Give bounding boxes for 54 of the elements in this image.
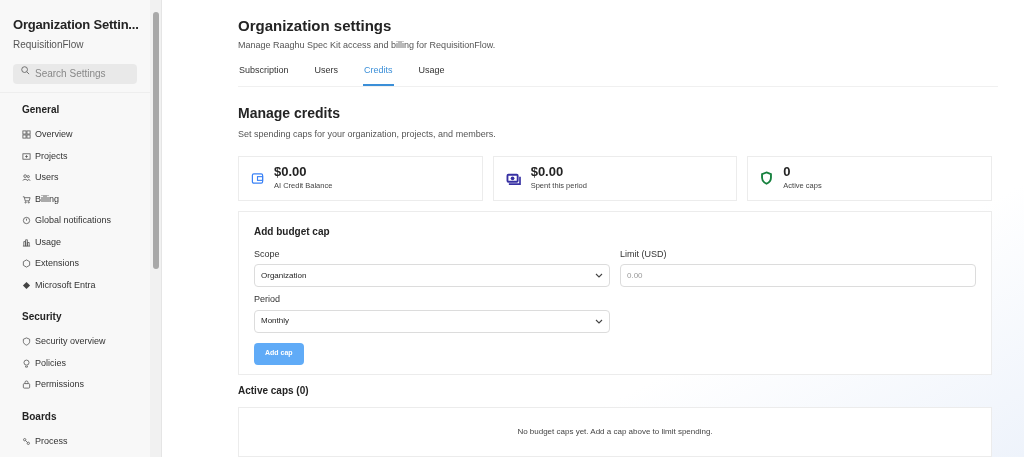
section-heading: Active caps (0) (238, 383, 310, 398)
nodes-icon (22, 436, 31, 446)
cart-icon (22, 194, 31, 204)
sidebar-heading: Security (22, 310, 63, 324)
tab[interactable]: Subscription (238, 60, 290, 86)
field-label: Limit (USD) (620, 247, 668, 261)
sidebar-item[interactable]: Global notifications (22, 210, 128, 232)
page-title: Organization settings (238, 16, 393, 36)
chevron-down-icon (595, 273, 603, 278)
field-label: Period (254, 293, 281, 306)
limit-input[interactable]: 0.00 (620, 264, 976, 287)
period-select[interactable]: Monthly (254, 309, 610, 333)
form-title: Add budget cap (254, 224, 331, 239)
bulb-icon (22, 358, 31, 368)
sidebar-heading: General (22, 103, 61, 117)
sidebar-item[interactable]: Projects (22, 145, 128, 167)
sidebar-heading: Boards (22, 409, 58, 424)
section-subtitle: Set spending caps for your organization, projects, and members. (238, 128, 497, 141)
sidebar-item[interactable]: Permissions (22, 374, 128, 396)
scope-select[interactable]: Organization (254, 264, 610, 287)
clock-icon (22, 216, 31, 226)
sidebar-item[interactable]: Billing (22, 188, 128, 210)
chart-icon (22, 237, 31, 247)
tab[interactable]: Credits (363, 60, 394, 86)
tab[interactable]: Usage (417, 60, 446, 86)
grid-icon (22, 130, 31, 140)
sidebar-item[interactable]: Extensions (22, 253, 128, 275)
sidebar-item[interactable]: Users (22, 167, 128, 189)
sidebar-item[interactable]: Process (22, 430, 128, 452)
sidebar-item[interactable]: Usage (22, 231, 128, 253)
tab[interactable]: Users (313, 60, 340, 86)
folder-icon (22, 151, 31, 161)
sidebar-subtitle: RequisitionFlow (13, 38, 85, 52)
page-subtitle: Manage Raaghu Spec Kit access and billing for RequisitionFlow. (238, 39, 497, 52)
section-title: Manage credits (238, 104, 341, 123)
search-icon (21, 65, 30, 75)
sidebar-item[interactable]: Microsoft Entra (22, 274, 128, 296)
field-label: Scope (254, 247, 281, 261)
sidebar-item[interactable]: Policies (22, 352, 128, 374)
sidebar-item[interactable]: Overview (22, 124, 128, 146)
stat-value: $0.00 (274, 164, 308, 181)
lock-icon (22, 380, 31, 390)
empty-message: No budget caps yet. Add a cap above to limit spending. (517, 425, 713, 438)
scrollbar[interactable] (150, 0, 162, 457)
hexagon-icon (22, 259, 31, 269)
sidebar-title: Organization Settin... (13, 16, 139, 34)
sidebar-item[interactable]: Security overview (22, 331, 128, 353)
users-icon (22, 173, 31, 183)
search-field[interactable]: Search Settings (13, 63, 137, 84)
diamond-icon (22, 280, 31, 290)
shield-icon (22, 337, 31, 347)
chevron-down-icon (595, 318, 603, 324)
stat-value: $0.00 (530, 164, 565, 181)
stat-value: 0 (783, 164, 792, 181)
